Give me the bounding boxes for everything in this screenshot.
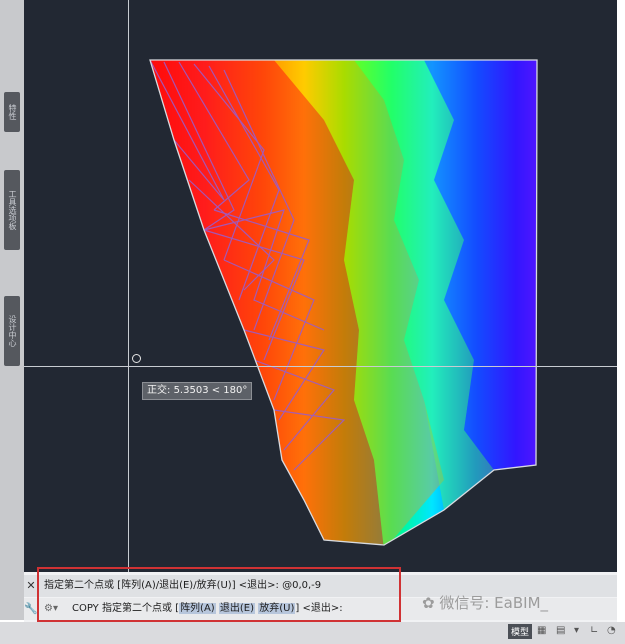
snap-icon[interactable]: ▤ [556, 625, 565, 636]
watermark-text: 微信号: EaBIM_ [439, 594, 549, 612]
grid-icon[interactable]: ▦ [537, 625, 546, 636]
command-highlight-box [37, 567, 401, 622]
close-icon[interactable]: ✕ [24, 575, 38, 597]
polar-icon[interactable]: ◔ [607, 625, 616, 636]
palette-strip: 特性 工具选项板 设计中心 [0, 0, 24, 620]
cursor-pickbox [132, 354, 141, 363]
wechat-watermark: ✿ 微信号: EaBIM_ [422, 592, 548, 613]
wrench-icon[interactable]: 🔧 [24, 598, 38, 620]
wechat-icon: ✿ [422, 594, 435, 612]
palette-tab-tool-palettes[interactable]: 工具选项板 [4, 170, 20, 250]
ortho-tooltip-label: 正交: [147, 385, 171, 396]
ortho-icon[interactable]: ∟ [590, 625, 598, 636]
model-tab[interactable]: 模型 [508, 624, 533, 639]
ortho-tooltip: 正交: 5.3503 < 180° [142, 382, 253, 400]
crosshair-horizontal [24, 366, 617, 367]
crosshair-vertical [128, 0, 129, 572]
drawing-viewport[interactable]: 正交: 5.3503 < 180° [24, 0, 617, 572]
ortho-tooltip-value: 5.3503 < 180° [173, 385, 248, 396]
palette-tab-design-center[interactable]: 设计中心 [4, 296, 20, 366]
contour-drawing [149, 59, 538, 546]
chevron-down-icon[interactable]: ▾ [574, 625, 579, 636]
palette-tab-properties[interactable]: 特性 [4, 92, 20, 132]
